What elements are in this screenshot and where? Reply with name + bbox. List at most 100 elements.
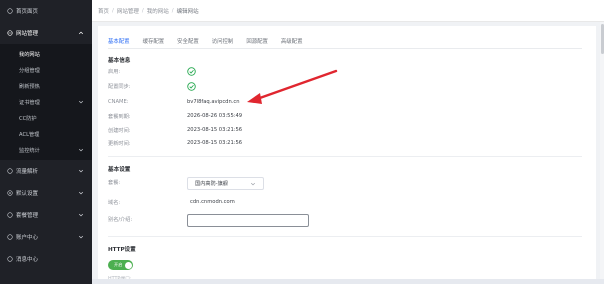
globe-icon — [6, 30, 13, 37]
sidebar-item-messages[interactable]: 消息中心 — [0, 248, 92, 270]
section-title-basic-info: 基本信息 — [108, 58, 131, 64]
chevron-up-icon — [78, 31, 84, 35]
sidebar-subitem-label: 监控统计 — [19, 147, 40, 154]
sidebar-item-label: 流量解析 — [16, 169, 39, 175]
sidebar-subitem-label: 证书管理 — [19, 99, 40, 106]
tab-security-config[interactable]: 安全配置 — [177, 34, 199, 48]
message-icon — [6, 256, 13, 263]
tab-advanced-config[interactable]: 高级配置 — [281, 34, 303, 48]
expiry-value: 2026-08-26 03:55:49 — [187, 113, 243, 119]
sidebar-subitem-refresh[interactable]: 刷新预热 — [0, 78, 92, 94]
info-row-cname: CNAME: bv7l8faq.avipcdn.cn — [108, 97, 240, 107]
breadcrumb-item[interactable]: 我的网站 — [147, 7, 169, 15]
sidebar-subitem-my-sites[interactable]: 我的网站 — [0, 46, 92, 62]
sidebar-subitem-certificates[interactable]: 证书管理 — [0, 94, 92, 110]
top-header: 首页 / 网站管理 / 我的网站 / 编辑网站 — [92, 0, 604, 22]
info-label: 创建时间: — [108, 127, 131, 134]
sidebar-item-site-management[interactable]: 网站管理 — [0, 22, 92, 44]
sidebar-item-packages[interactable]: 套餐管理 — [0, 204, 92, 226]
sidebar-item-default-settings[interactable]: 默认设置 — [0, 182, 92, 204]
setting-row-package: 套餐: — [108, 177, 187, 187]
info-row-updated: 更新时间: 2023-08-15 03:21:56 — [108, 138, 242, 148]
breadcrumb: 首页 / 网站管理 / 我的网站 / 编辑网站 — [98, 7, 199, 15]
chevron-down-icon — [78, 213, 84, 217]
account-icon — [6, 234, 13, 241]
setting-label: 套餐: — [108, 179, 121, 186]
section-title-basic-settings: 基本设置 — [108, 167, 131, 173]
sidebar-item-label: 套餐管理 — [16, 213, 39, 219]
setting-row-remark: 别名/介绍: — [108, 214, 187, 224]
tab-origin-config[interactable]: 回源配置 — [246, 34, 268, 48]
breadcrumb-item[interactable]: 网站管理 — [117, 7, 139, 15]
chevron-down-icon — [250, 182, 256, 186]
remark-input[interactable] — [187, 214, 309, 227]
vertical-scrollbar[interactable] — [600, 22, 604, 284]
edit-site-panel: 基本配置 缓存配置 安全配置 访问控制 回源配置 高级配置 基本信息 启用: 配… — [98, 26, 596, 284]
info-row-created: 创建时间: 2023-08-15 03:21:56 — [108, 125, 242, 135]
info-label: 套餐到期: — [108, 113, 131, 120]
config-tabs: 基本配置 缓存配置 安全配置 访问控制 回源配置 高级配置 — [108, 34, 315, 49]
app-window: 首页面页 网站管理 我的网站 分组管理 刷新预热 证书管理 CC防护 ACL管理… — [0, 0, 604, 284]
home-icon — [6, 8, 13, 15]
setting-label: 域名: — [108, 199, 121, 206]
updated-value: 2023-08-15 03:21:56 — [187, 140, 243, 146]
http-toggle[interactable]: 开启 — [108, 260, 133, 270]
sidebar-item-label: 网站管理 — [16, 31, 39, 37]
created-value: 2023-08-15 03:21:56 — [187, 127, 243, 133]
cname-value: bv7l8faq.avipcdn.cn — [187, 99, 240, 105]
tab-basic-config[interactable]: 基本配置 — [108, 34, 130, 49]
site-management-submenu: 我的网站 分组管理 刷新预热 证书管理 CC防护 ACL管理 监控统计 — [0, 44, 92, 160]
sidebar-item-label: 首页面页 — [16, 9, 39, 15]
tab-cache-config[interactable]: 缓存配置 — [143, 34, 165, 48]
package-icon — [6, 212, 13, 219]
domain-value[interactable]: cdn.cnmodn.com — [190, 199, 235, 205]
sidebar-subitem-monitoring[interactable]: 监控统计 — [0, 142, 92, 158]
section-title-http-settings: HTTP设置 — [108, 247, 136, 253]
breadcrumb-separator: / — [141, 7, 144, 14]
setting-row-domain: 域名: — [108, 197, 187, 207]
bottom-edge — [92, 279, 604, 284]
sidebar-subitem-acl[interactable]: ACL管理 — [0, 126, 92, 142]
sidebar-subitem-label: 我的网站 — [19, 51, 40, 58]
sidebar-item-home[interactable]: 首页面页 — [0, 0, 92, 22]
chevron-down-icon — [78, 100, 84, 104]
toggle-knob — [124, 261, 132, 269]
package-select-value: 国内高防-旗舰 — [195, 181, 228, 187]
toggle-label: 开启 — [114, 262, 123, 267]
chevron-down-icon — [78, 169, 84, 173]
setting-label: 别名/介绍: — [108, 216, 133, 223]
info-row-config-sync: 配置同步: — [108, 81, 196, 91]
sidebar-item-label: 消息中心 — [16, 257, 39, 263]
settings-icon — [6, 190, 13, 197]
tab-access-control[interactable]: 访问控制 — [212, 34, 234, 48]
section-divider — [108, 156, 582, 157]
tabs-divider — [108, 48, 582, 49]
info-label: 启用: — [108, 68, 121, 75]
package-select[interactable]: 国内高防-旗舰 — [187, 177, 264, 190]
chevron-down-icon — [78, 148, 84, 152]
info-label: 更新时间: — [108, 140, 131, 147]
scrollbar-thumb[interactable] — [600, 24, 604, 54]
sidebar-item-traffic[interactable]: 流量解析 — [0, 160, 92, 182]
info-label: 配置同步: — [108, 83, 131, 90]
sidebar-subitem-label: CC防护 — [19, 115, 37, 122]
sidebar-item-label: 账户中心 — [16, 235, 39, 241]
sidebar-subitem-label: 分组管理 — [19, 67, 40, 74]
breadcrumb-separator: / — [171, 7, 174, 14]
info-row-expiry: 套餐到期: 2026-08-26 03:55:49 — [108, 111, 242, 121]
section-divider — [108, 236, 582, 237]
sidebar-subitem-label: ACL管理 — [19, 131, 40, 138]
sidebar-item-label: 默认设置 — [16, 191, 39, 197]
breadcrumb-separator: / — [112, 7, 114, 14]
chevron-down-icon — [78, 235, 84, 239]
sidebar: 首页面页 网站管理 我的网站 分组管理 刷新预热 证书管理 CC防护 ACL管理… — [0, 0, 92, 284]
info-label: CNAME: — [108, 99, 129, 105]
sidebar-subitem-groups[interactable]: 分组管理 — [0, 62, 92, 78]
sidebar-subitem-cc-protection[interactable]: CC防护 — [0, 110, 92, 126]
breadcrumb-item[interactable]: 首页 — [98, 7, 109, 15]
info-row-enabled: 启用: — [108, 66, 196, 76]
flow-icon — [6, 168, 13, 175]
sidebar-item-account[interactable]: 账户中心 — [0, 226, 92, 248]
chevron-down-icon — [78, 191, 84, 195]
check-circle-icon — [187, 81, 196, 91]
